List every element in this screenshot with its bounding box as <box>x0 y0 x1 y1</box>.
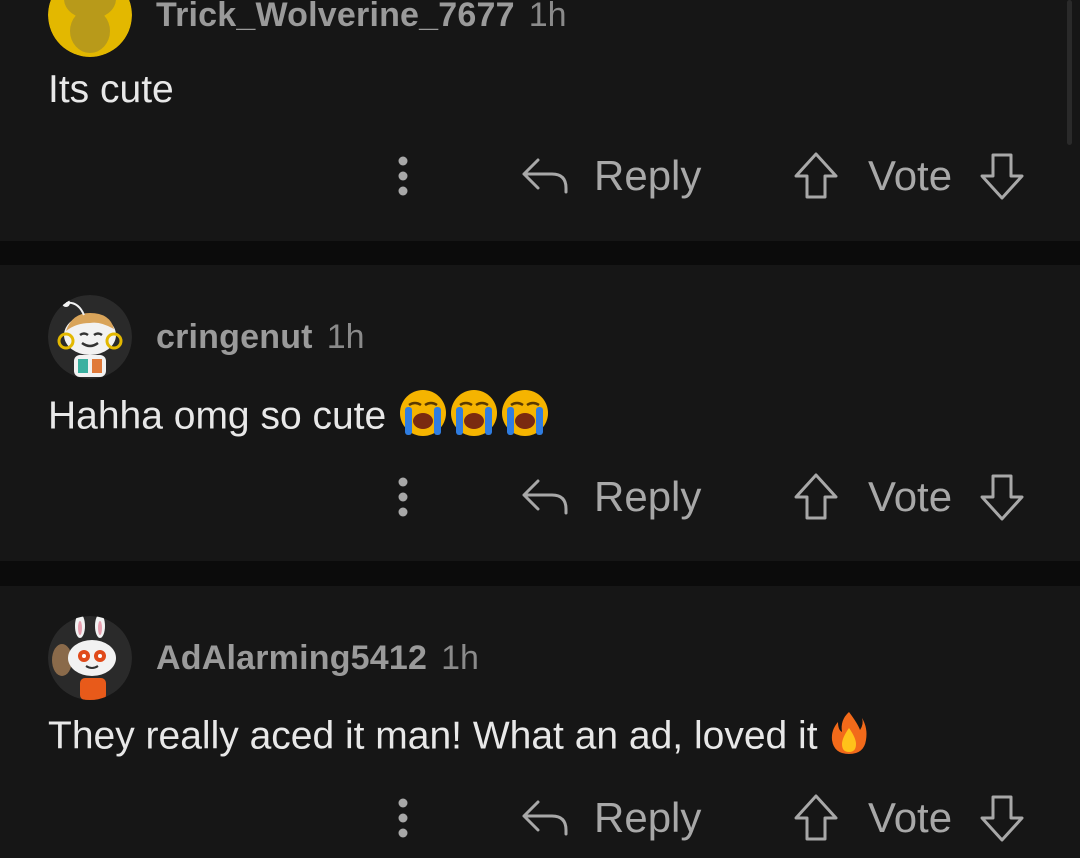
timestamp: 1h <box>326 317 365 356</box>
username[interactable]: cringenut <box>156 318 313 357</box>
username[interactable]: Trick_Wolverine_7677 <box>156 0 515 35</box>
comment-text: Its cute <box>48 68 174 111</box>
upvote-button[interactable] <box>792 151 840 201</box>
upvote-arrow-icon <box>794 794 838 841</box>
downvote-button[interactable] <box>978 793 1026 843</box>
comment-actions: Reply Vote <box>0 146 1080 206</box>
timestamp: 1h <box>441 638 479 677</box>
reply-button[interactable]: Reply <box>520 467 701 527</box>
crying-emoji-group <box>399 389 549 447</box>
comment-text: Hahha omg so cute <box>48 394 387 438</box>
vote-controls: Vote <box>792 788 1026 848</box>
vote-controls: Vote <box>792 146 1026 206</box>
vote-controls: Vote <box>792 467 1026 527</box>
downvote-arrow-icon <box>980 474 1024 521</box>
comment-header: AdAlarming5412 1h <box>48 616 479 700</box>
timestamp: 1h <box>528 0 567 34</box>
reply-button[interactable]: Reply <box>520 146 701 206</box>
more-options-button[interactable] <box>386 146 420 206</box>
comment-feed: Trick_Wolverine_7677 1h Its cute Reply V… <box>0 0 1080 858</box>
more-vertical-icon <box>398 156 408 196</box>
comment-body: They really aced it man! What an ad, lov… <box>48 710 868 766</box>
upvote-arrow-icon <box>794 473 838 520</box>
comment-text: They really aced it man! What an ad, lov… <box>48 714 818 758</box>
upvote-arrow-icon <box>794 152 838 199</box>
downvote-arrow-icon <box>980 153 1024 200</box>
reply-arrow-icon <box>522 800 568 836</box>
loudly-crying-face-emoji <box>502 390 549 436</box>
loudly-crying-face-emoji <box>451 390 498 436</box>
loudly-crying-face-emoji <box>400 390 447 436</box>
reply-button[interactable]: Reply <box>520 788 701 848</box>
upvote-button[interactable] <box>792 793 840 843</box>
downvote-button[interactable] <box>978 151 1026 201</box>
reply-arrow-icon <box>522 158 568 194</box>
vote-label: Vote <box>868 794 953 841</box>
reply-label: Reply <box>594 152 702 199</box>
fire-emoji <box>830 710 868 766</box>
scrollbar-thumb[interactable] <box>1067 0 1072 145</box>
user-avatar[interactable] <box>48 616 132 700</box>
reply-arrow-icon <box>522 479 568 515</box>
user-avatar[interactable] <box>48 295 132 379</box>
user-avatar[interactable] <box>48 0 132 57</box>
upvote-button[interactable] <box>792 472 840 522</box>
comment-header: Trick_Wolverine_7677 1h <box>48 0 567 57</box>
comment-body: Its cute <box>48 68 174 112</box>
more-vertical-icon <box>398 477 408 517</box>
more-vertical-icon <box>398 798 408 838</box>
username[interactable]: AdAlarming5412 <box>156 639 427 678</box>
reply-label: Reply <box>594 794 702 841</box>
more-options-button[interactable] <box>386 467 420 527</box>
comment-actions: Reply Vote <box>0 467 1080 527</box>
comment-header: cringenut 1h <box>48 295 365 379</box>
comment-actions: Reply Vote <box>0 788 1080 848</box>
vote-label: Vote <box>868 152 953 199</box>
reply-label: Reply <box>594 473 702 520</box>
more-options-button[interactable] <box>386 788 420 848</box>
comment-card: cringenut 1h Hahha omg so cute Reply Vot… <box>0 265 1080 561</box>
comment-body: Hahha omg so cute <box>48 389 549 447</box>
downvote-arrow-icon <box>980 795 1024 842</box>
downvote-button[interactable] <box>978 472 1026 522</box>
comment-card: Trick_Wolverine_7677 1h Its cute Reply V… <box>0 0 1080 241</box>
comment-card: AdAlarming5412 1h They really aced it ma… <box>0 586 1080 858</box>
vote-label: Vote <box>868 473 953 520</box>
